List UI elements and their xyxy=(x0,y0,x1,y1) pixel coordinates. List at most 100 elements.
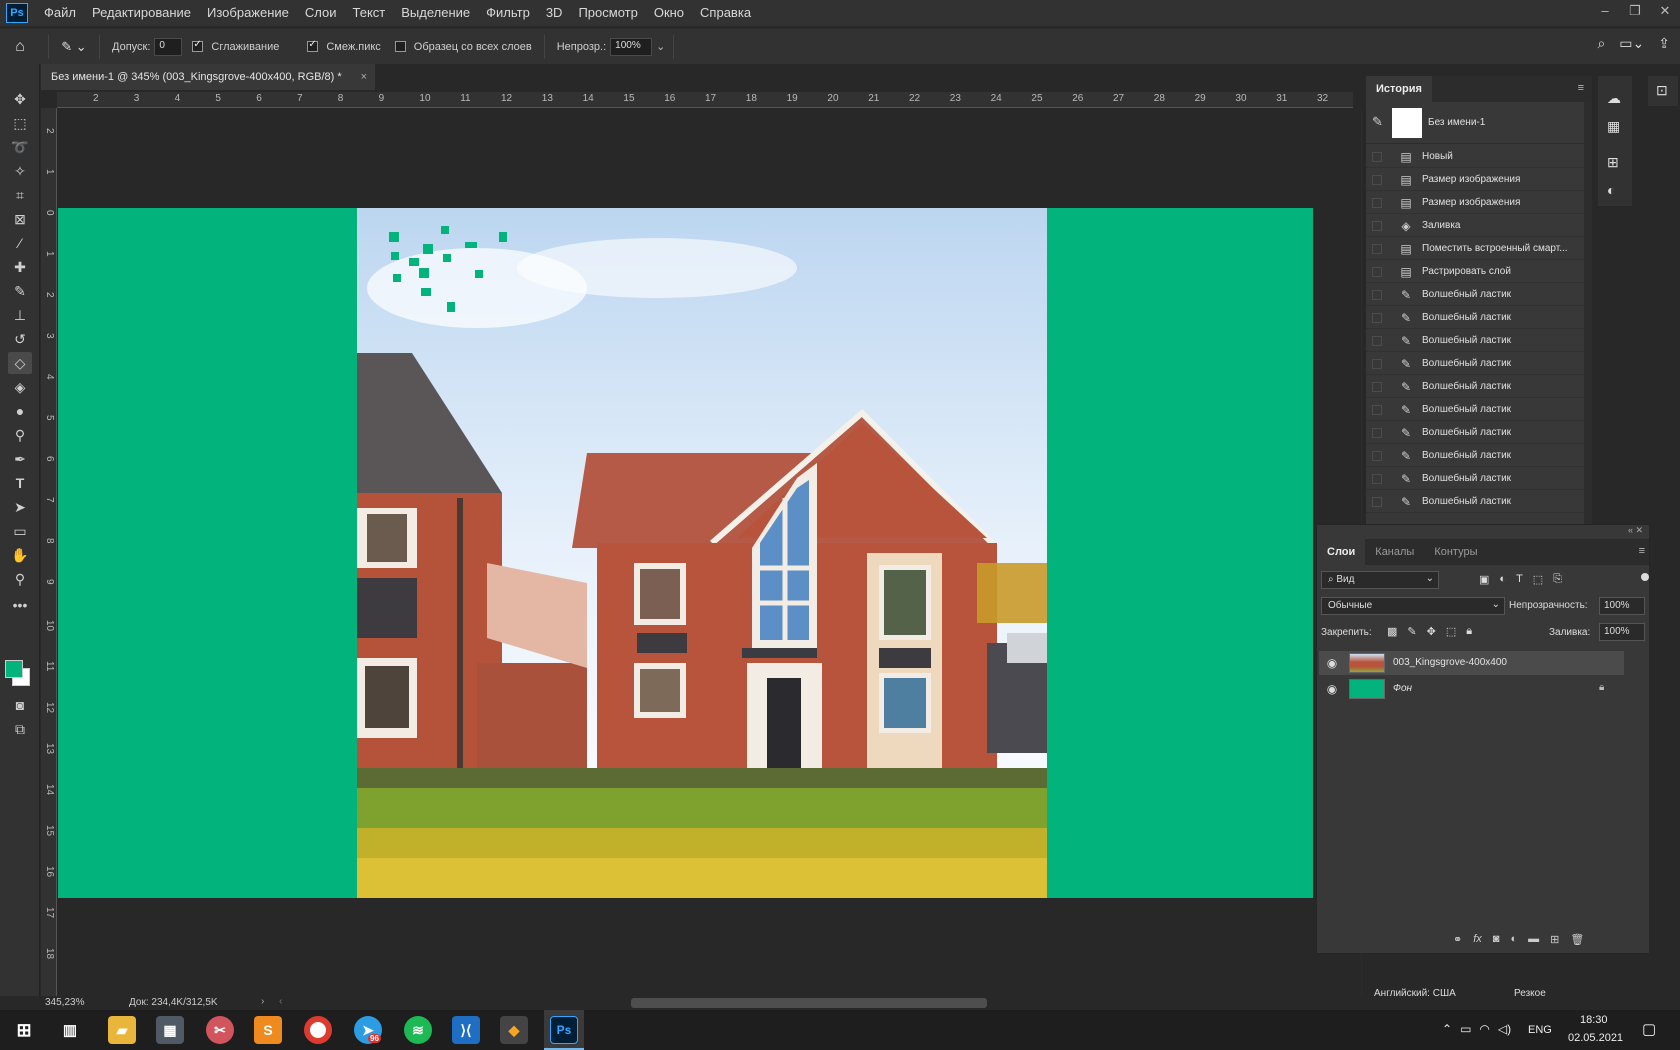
visibility-eye-icon[interactable]: ◉ xyxy=(1325,656,1339,670)
rectangle-tool-icon[interactable]: ▭ xyxy=(8,520,32,542)
document-tab[interactable]: Без имени-1 @ 345% (003_Kingsgrove-400x4… xyxy=(41,64,375,90)
calculator-icon[interactable]: ▦ xyxy=(156,1016,184,1044)
hand-tool-icon[interactable]: ✋ xyxy=(8,544,32,566)
history-brush-source-checkbox[interactable] xyxy=(1372,290,1382,300)
sublime-text-icon[interactable]: S xyxy=(254,1016,282,1044)
history-brush-source-checkbox[interactable] xyxy=(1372,152,1382,162)
history-item[interactable]: ◈ Заливка xyxy=(1366,215,1584,237)
filter-toggle[interactable] xyxy=(1641,573,1649,581)
stamp-tool-icon[interactable]: ⊥ xyxy=(8,304,32,326)
history-item[interactable]: ▤ Новый xyxy=(1366,146,1584,168)
tab-history[interactable]: История xyxy=(1366,76,1432,102)
menu-file[interactable]: Файл xyxy=(36,0,84,26)
brush-tool-icon[interactable]: ✎ xyxy=(8,280,32,302)
new-group-icon[interactable]: ▬ xyxy=(1528,933,1539,946)
tray-language[interactable]: ENG xyxy=(1528,1024,1552,1036)
history-item[interactable]: ✎ Волшебный ластик xyxy=(1366,307,1584,329)
tray-volume-icon[interactable]: ◁) xyxy=(1498,1022,1511,1036)
scroll-left-icon[interactable]: ‹ xyxy=(279,996,282,1007)
magic-wand-tool-icon[interactable]: ✧ xyxy=(8,160,32,182)
filter-shape-icon[interactable]: ⬚ xyxy=(1533,573,1543,586)
lock-artboard-icon[interactable]: ⬚ xyxy=(1446,625,1456,638)
filter-pixel-icon[interactable]: ▣ xyxy=(1479,573,1489,586)
layer-style-fx-icon[interactable]: fx xyxy=(1473,933,1482,946)
layer-opacity-input[interactable]: 100% xyxy=(1599,597,1645,615)
menu-edit[interactable]: Редактирование xyxy=(84,0,199,26)
chrome-icon[interactable] xyxy=(304,1016,332,1044)
history-brush-source-checkbox[interactable] xyxy=(1372,313,1382,323)
antialias-checkbox[interactable] xyxy=(192,39,204,52)
close-document-icon[interactable]: × xyxy=(361,64,367,90)
lasso-tool-icon[interactable]: ➰ xyxy=(8,136,32,158)
history-brush-source-checkbox[interactable] xyxy=(1372,382,1382,392)
file-explorer-icon[interactable]: ▰ xyxy=(108,1016,136,1044)
menu-text[interactable]: Текст xyxy=(345,0,394,26)
history-brush-source-checkbox[interactable] xyxy=(1372,336,1382,346)
restore-icon[interactable]: ❐ xyxy=(1620,0,1650,22)
history-brush-source-checkbox[interactable] xyxy=(1372,244,1382,254)
link-layers-icon[interactable]: ⚭ xyxy=(1453,933,1462,946)
menu-help[interactable]: Справка xyxy=(692,0,759,26)
tolerance-input[interactable]: 0 xyxy=(154,37,183,56)
type-tool-icon[interactable]: T xyxy=(8,472,32,494)
move-tool-icon[interactable]: ✥ xyxy=(8,88,32,110)
lock-pixels-icon[interactable]: ✎ xyxy=(1407,625,1416,638)
properties-icon[interactable]: ⊡ xyxy=(1656,82,1668,99)
history-snapshot[interactable]: ✎ Без имени-1 xyxy=(1366,102,1592,144)
menu-layers[interactable]: Слои xyxy=(297,0,345,26)
notifications-icon[interactable]: ▢ xyxy=(1642,1020,1656,1038)
tray-date[interactable]: 02.05.2021 xyxy=(1568,1032,1623,1044)
history-item[interactable]: ✎ Волшебный ластик xyxy=(1366,445,1584,467)
eyedropper-tool-icon[interactable]: ⁄ xyxy=(8,232,32,254)
menu-3d[interactable]: 3D xyxy=(538,0,571,26)
visibility-eye-icon[interactable]: ◉ xyxy=(1325,682,1339,696)
close-window-icon[interactable]: ✕ xyxy=(1650,0,1680,22)
tray-up-arrow-icon[interactable]: ⌃ xyxy=(1442,1022,1452,1036)
share-icon[interactable]: ⇪ xyxy=(1658,35,1670,52)
history-item[interactable]: ✎ Волшебный ластик xyxy=(1366,353,1584,375)
lock-transparent-icon[interactable]: ▩ xyxy=(1387,625,1397,638)
spotify-icon[interactable]: ≋ xyxy=(404,1016,432,1044)
new-adjustment-layer-icon[interactable]: ◐ xyxy=(1510,933,1517,946)
tab-layers[interactable]: Слои xyxy=(1317,539,1366,565)
pen-tool-icon[interactable]: ✒ xyxy=(8,448,32,470)
history-brush-source-checkbox[interactable] xyxy=(1372,359,1382,369)
history-scrollbar[interactable] xyxy=(1584,102,1592,536)
workspace-icon[interactable]: ▭⌄ xyxy=(1619,35,1644,52)
history-brush-source-checkbox[interactable] xyxy=(1372,175,1382,185)
foreground-color-swatch[interactable] xyxy=(5,660,23,678)
tray-wifi-icon[interactable]: ◠ xyxy=(1479,1022,1489,1036)
ime-sharp-label[interactable]: Резкое xyxy=(1514,988,1546,999)
menu-window[interactable]: Окно xyxy=(646,0,692,26)
history-brush-source-checkbox[interactable] xyxy=(1372,428,1382,438)
history-item[interactable]: ✎ Волшебный ластик xyxy=(1366,422,1584,444)
add-mask-icon[interactable]: ◙ xyxy=(1493,933,1500,946)
history-item[interactable]: ✎ Волшебный ластик xyxy=(1366,468,1584,490)
history-brush-source-checkbox[interactable] xyxy=(1372,198,1382,208)
paint-bucket-tool-icon[interactable]: ◈ xyxy=(8,376,32,398)
home-icon[interactable]: ⌂ xyxy=(0,38,40,56)
lock-position-icon[interactable]: ✥ xyxy=(1427,625,1436,638)
marquee-tool-icon[interactable]: ⬚ xyxy=(8,112,32,134)
filter-type-icon[interactable]: T xyxy=(1516,573,1523,586)
history-item[interactable]: ✎ Волшебный ластик xyxy=(1366,491,1584,513)
vscode-icon[interactable]: ⟩⟨ xyxy=(452,1016,480,1044)
magic-eraser-preset-icon[interactable]: ✎ ⌄ xyxy=(57,39,91,55)
history-list[interactable]: ▤ Новый ▤ Размер изображения ▤ Размер изображ… xyxy=(1366,146,1592,536)
collapse-close-icons[interactable]: « ✕ xyxy=(1628,525,1643,536)
menu-view[interactable]: Просмотр xyxy=(570,0,645,26)
menu-filter[interactable]: Фильтр xyxy=(478,0,538,26)
tray-network-icon[interactable]: ▭ xyxy=(1460,1022,1471,1036)
crop-tool-icon[interactable]: ⌗ xyxy=(8,184,32,206)
photoshop-taskbar-button[interactable]: Ps xyxy=(544,1010,584,1050)
healing-brush-tool-icon[interactable]: ✚ xyxy=(8,256,32,278)
search-icon[interactable]: ⌕ xyxy=(1597,35,1605,52)
history-panel-menu-icon[interactable]: ≡ xyxy=(1578,82,1584,94)
history-brush-source-checkbox[interactable] xyxy=(1372,474,1382,484)
blend-mode-select[interactable]: Обычные ⌄ xyxy=(1321,597,1505,615)
status-menu-arrow-icon[interactable]: › xyxy=(261,996,264,1007)
history-item[interactable]: ✎ Волшебный ластик xyxy=(1366,330,1584,352)
blur-tool-icon[interactable]: ● xyxy=(8,400,32,422)
opacity-dropdown-icon[interactable]: ⌄ xyxy=(656,40,665,53)
layer-row-photo[interactable]: ◉ 003_Kingsgrove-400x400 xyxy=(1319,651,1624,675)
